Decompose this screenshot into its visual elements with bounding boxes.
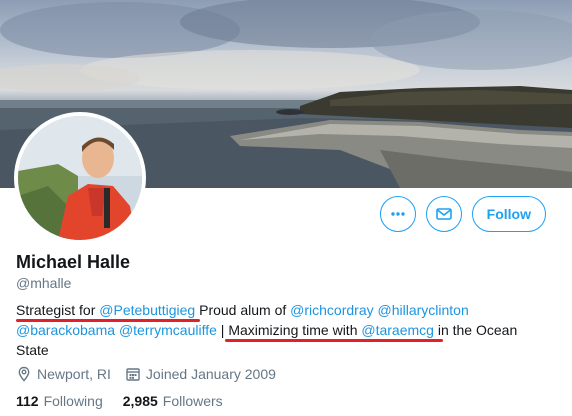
profile-name: Michael Halle <box>16 252 131 272</box>
profile-meta: Newport, RI Joined January 2009 <box>16 366 276 382</box>
bio-text: | Maximizing time with <box>216 322 362 338</box>
following-count: 112 <box>16 393 39 409</box>
followers-count: 2,985 <box>122 393 158 409</box>
mention-link[interactable]: @hillaryclinton <box>378 302 469 318</box>
mention-link[interactable]: @taraemcg <box>361 322 434 338</box>
mention-link[interactable]: @barackobama <box>16 322 115 338</box>
mention-link[interactable]: @Petebuttigieg <box>99 302 195 318</box>
more-options-button[interactable] <box>379 196 416 232</box>
profile-join-date: Joined January 2009 <box>125 366 276 382</box>
followers-label: Followers <box>162 393 223 409</box>
profile-bio: Strategist for @Petebuttigieg Proud alum… <box>16 300 536 360</box>
location-text: Newport, RI <box>37 366 111 382</box>
profile-location: Newport, RI <box>16 366 111 382</box>
profile-handle: @mhalle <box>16 275 72 291</box>
bio-text: Strategist for <box>16 302 100 318</box>
profile-actions: Follow <box>379 196 546 232</box>
profile-avatar[interactable] <box>14 112 146 244</box>
envelope-icon <box>435 208 452 220</box>
join-date-text: Joined January 2009 <box>145 366 276 382</box>
following-label: Following <box>43 393 103 409</box>
bio-text: Proud alum of <box>195 302 291 318</box>
mention-link[interactable]: @richcordray <box>290 302 373 318</box>
following-link[interactable]: 112 Following <box>16 393 103 409</box>
location-pin-icon <box>18 366 30 382</box>
annotation-underline <box>16 319 200 322</box>
followers-link[interactable]: 2,985 Followers <box>123 393 223 409</box>
follow-counts: 112 Following 2,985 Followers <box>16 393 223 409</box>
more-icon <box>390 212 405 216</box>
mention-link[interactable]: @terrymcauliffe <box>119 322 217 338</box>
annotation-underline <box>225 339 443 342</box>
avatar-photo <box>18 116 142 240</box>
calendar-icon <box>126 368 140 381</box>
message-button[interactable] <box>425 196 462 232</box>
follow-button[interactable]: Follow <box>471 196 546 232</box>
